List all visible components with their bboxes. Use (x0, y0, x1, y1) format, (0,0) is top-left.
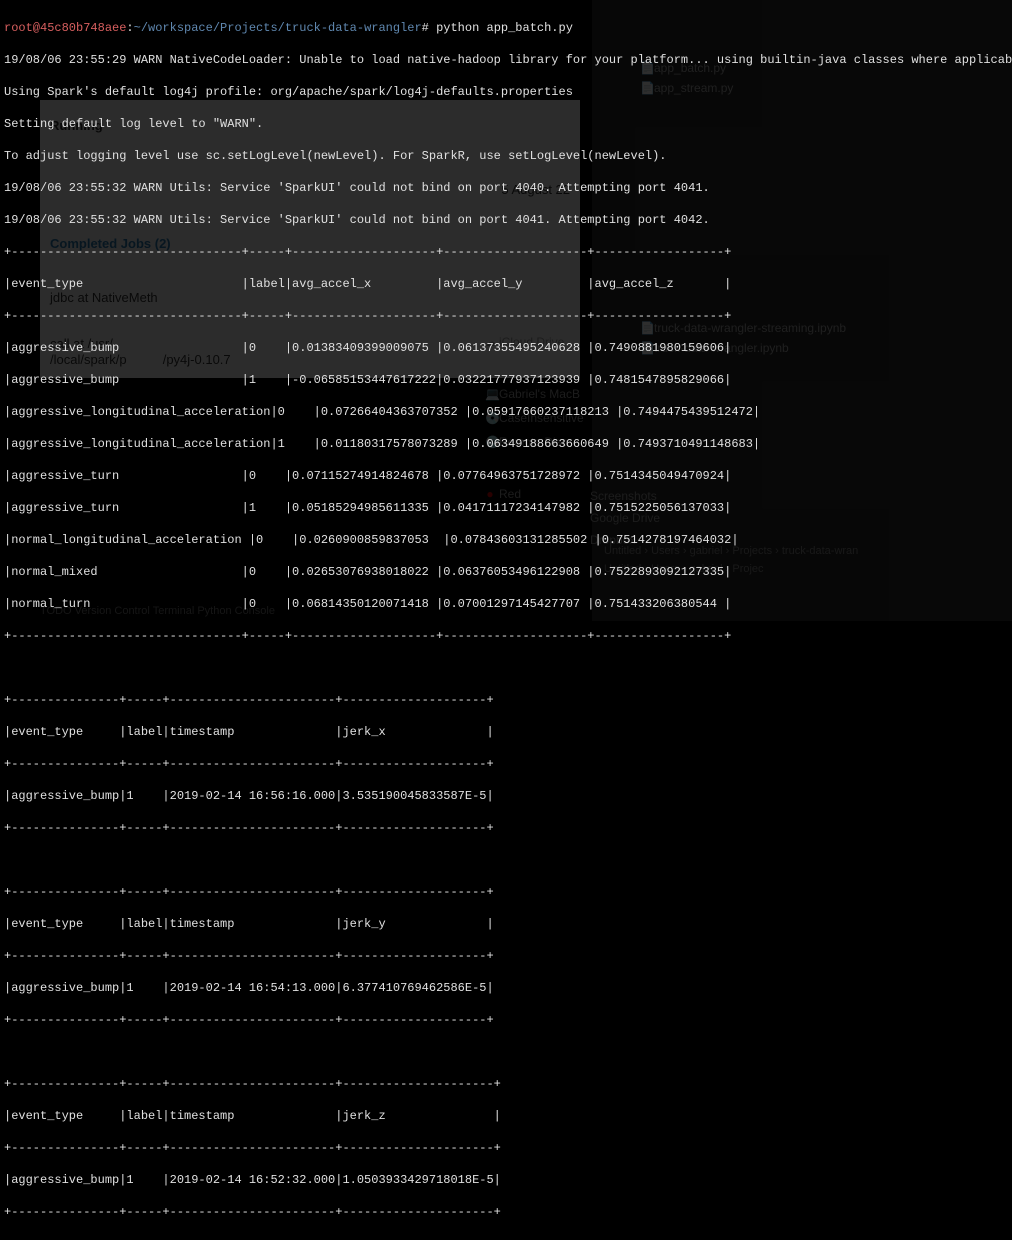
table1-row-2: |aggressive_bump |1 |-0.0658515344761722… (4, 372, 1008, 388)
table1-row-6: |aggressive_turn |1 |0.05185294985611335… (4, 500, 1008, 516)
table2-header: |event_type |label|timestamp |jerk_x | (4, 724, 1008, 740)
terminal-output[interactable]: root@45c80b748aee:~/workspace/Projects/t… (0, 0, 1012, 1240)
table3-row: |aggressive_bump|1 |2019-02-14 16:54:13.… (4, 980, 1008, 996)
table1-row-1: |aggressive_bump |0 |0.01383409399009075… (4, 340, 1008, 356)
log-line-5: 19/08/06 23:55:32 WARN Utils: Service 'S… (4, 180, 1008, 196)
prompt-user: root@45c80b748aee (4, 21, 126, 35)
prompt-line[interactable]: root@45c80b748aee:~/workspace/Projects/t… (4, 20, 1008, 36)
table3-sep-top: +---------------+-----+-----------------… (4, 884, 1008, 900)
log-line-3: Setting default log level to "WARN". (4, 116, 1008, 132)
log-line-1: 19/08/06 23:55:29 WARN NativeCodeLoader:… (4, 52, 1008, 68)
log-line-2: Using Spark's default log4j profile: org… (4, 84, 1008, 100)
blank-3 (4, 1044, 1008, 1060)
table2-sep-bot: +---------------+-----+-----------------… (4, 820, 1008, 836)
table1-row-4: |aggressive_longitudinal_acceleration|1 … (4, 436, 1008, 452)
blank-2 (4, 852, 1008, 868)
table4-header: |event_type |label|timestamp |jerk_z | (4, 1108, 1008, 1124)
table1-row-9: |normal_turn |0 |0.06814350120071418 |0.… (4, 596, 1008, 612)
prompt-sep: : (126, 21, 133, 35)
table1-row-5: |aggressive_turn |0 |0.07115274914824678… (4, 468, 1008, 484)
table3-sep-bot: +---------------+-----+-----------------… (4, 1012, 1008, 1028)
prompt-path: ~/workspace/Projects/truck-data-wrangler (134, 21, 422, 35)
table3-header: |event_type |label|timestamp |jerk_y | (4, 916, 1008, 932)
table1-sep-top: +--------------------------------+-----+… (4, 244, 1008, 260)
table2-sep-mid: +---------------+-----+-----------------… (4, 756, 1008, 772)
table1-header: |event_type |label|avg_accel_x |avg_acce… (4, 276, 1008, 292)
table1-row-8: |normal_mixed |0 |0.02653076938018022 |0… (4, 564, 1008, 580)
table4-sep-bot: +---------------+-----+-----------------… (4, 1204, 1008, 1220)
prompt-hash: # (422, 21, 429, 35)
table1-row-7: |normal_longitudinal_acceleration |0 |0.… (4, 532, 1008, 548)
table1-sep-bot: +--------------------------------+-----+… (4, 628, 1008, 644)
command-text: python app_batch.py (436, 21, 573, 35)
blank-1 (4, 660, 1008, 676)
table2-sep-top: +---------------+-----+-----------------… (4, 692, 1008, 708)
table4-row: |aggressive_bump|1 |2019-02-14 16:52:32.… (4, 1172, 1008, 1188)
table4-sep-mid: +---------------+-----+-----------------… (4, 1140, 1008, 1156)
log-line-4: To adjust logging level use sc.setLogLev… (4, 148, 1008, 164)
table4-sep-top: +---------------+-----+-----------------… (4, 1076, 1008, 1092)
table1-row-3: |aggressive_longitudinal_acceleration|0 … (4, 404, 1008, 420)
table1-sep-mid: +--------------------------------+-----+… (4, 308, 1008, 324)
table2-row: |aggressive_bump|1 |2019-02-14 16:56:16.… (4, 788, 1008, 804)
table3-sep-mid: +---------------+-----+-----------------… (4, 948, 1008, 964)
log-line-6: 19/08/06 23:55:32 WARN Utils: Service 'S… (4, 212, 1008, 228)
